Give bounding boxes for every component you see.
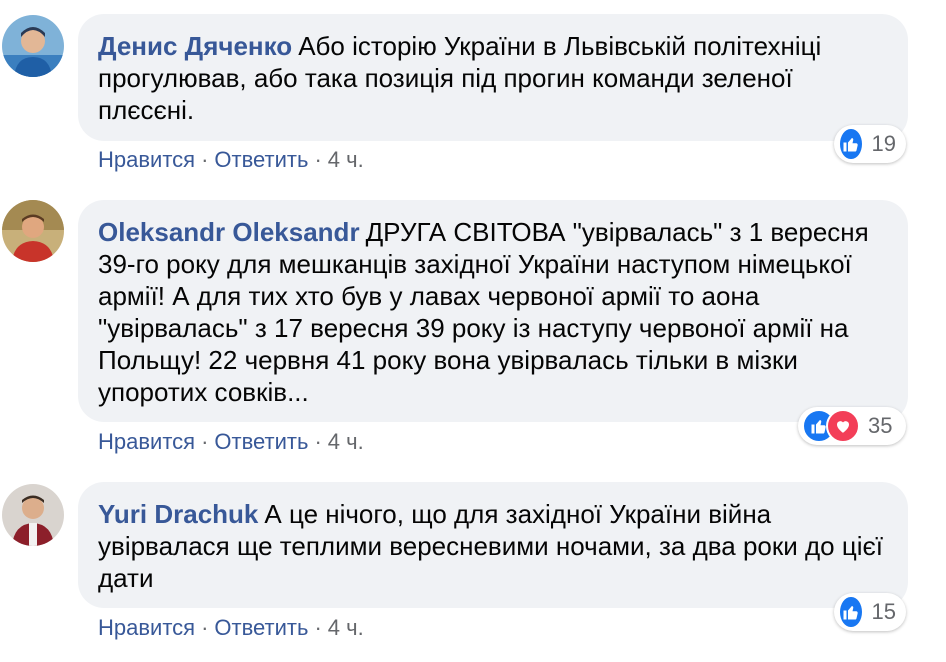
reactions-summary[interactable]: 15 [834, 593, 906, 631]
separator: · [314, 615, 322, 640]
like-link[interactable]: Нравится [98, 615, 195, 640]
separator: · [201, 615, 209, 640]
comment-author[interactable]: Yuri Drachuk [98, 499, 258, 529]
comment: Yuri Drachuk А це нічого, що для західної… [0, 0, 946, 662]
like-icon [838, 595, 864, 629]
avatar[interactable] [2, 484, 64, 546]
reply-link[interactable]: Ответить [214, 615, 308, 640]
comment-timestamp[interactable]: 4 ч. [328, 615, 364, 640]
reaction-count: 15 [871, 599, 896, 624]
comment-actions: Нравится · Ответить · 4 ч. [98, 615, 364, 641]
comment-bubble: Yuri Drachuk А це нічого, що для західної… [78, 482, 908, 608]
